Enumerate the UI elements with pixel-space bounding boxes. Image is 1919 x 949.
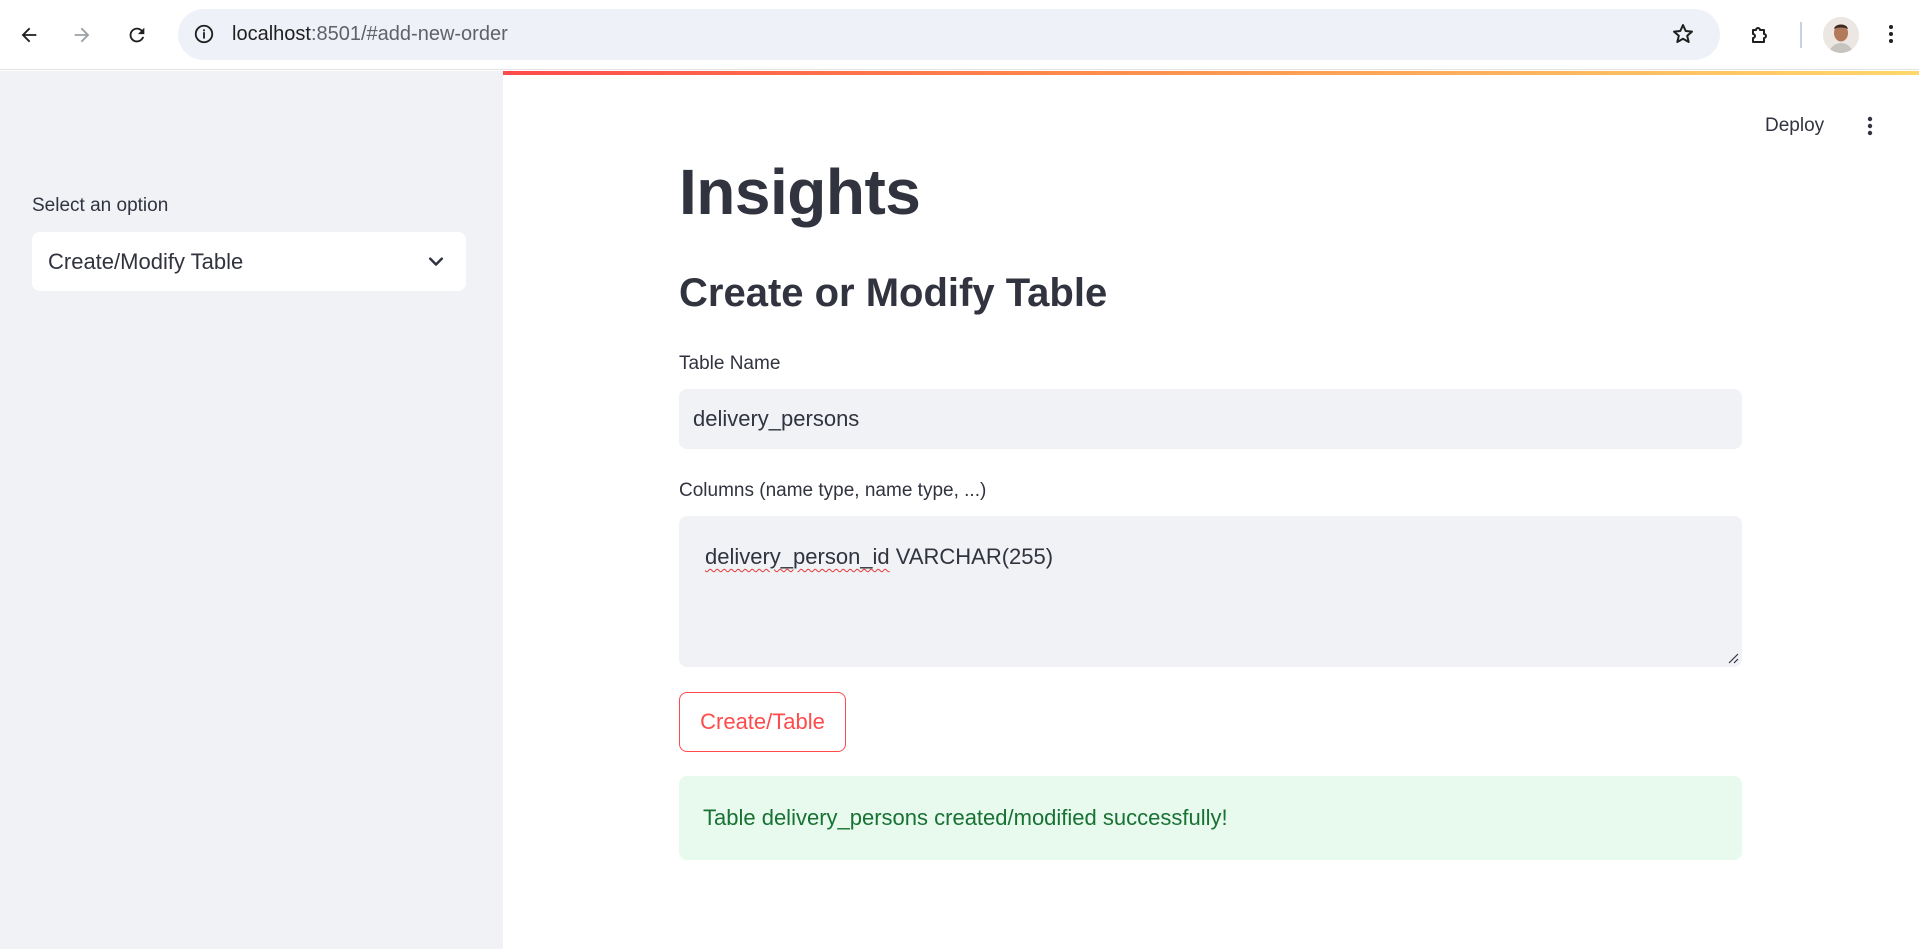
reload-button[interactable] [119,17,155,53]
table-name-input[interactable]: delivery_persons [679,389,1742,449]
back-button[interactable] [11,17,47,53]
success-alert: Table delivery_persons created/modified … [679,776,1742,860]
deploy-button[interactable]: Deploy [1765,115,1824,137]
url-host: localhost [232,23,311,45]
kebab-menu-icon[interactable] [1876,16,1906,52]
info-icon[interactable] [192,22,216,46]
avatar[interactable] [1823,17,1859,53]
url-text: localhost:8501/#add-new-order [232,23,508,46]
columns-value: delivery_person_id VARCHAR(255) [705,544,1053,570]
create-table-button[interactable]: Create/Table [679,692,846,752]
forward-arrow-icon [74,27,90,43]
table-name-value: delivery_persons [693,406,860,431]
browser-toolbar: localhost:8501/#add-new-order [0,0,1919,70]
columns-label: Columns (name type, name type, ...) [679,480,987,501]
columns-textarea[interactable]: delivery_person_id VARCHAR(255) [679,516,1742,667]
toolbar-divider [1800,22,1802,48]
success-message: Table delivery_persons created/modified … [703,805,1228,830]
section-heading: Create or Modify Table [679,271,1108,315]
columns-value-rest: VARCHAR(255) [889,544,1054,569]
back-arrow-icon [21,27,37,43]
reload-icon [129,27,145,43]
address-bar[interactable]: localhost:8501/#add-new-order [178,9,1720,60]
select-value: Create/Modify Table [48,249,244,274]
forward-button[interactable] [64,17,100,53]
top-decoration-bar [503,71,1919,75]
option-select[interactable]: Create/Modify Table [32,232,466,291]
chevron-down-icon [428,257,444,266]
extensions-icon[interactable] [1742,16,1778,52]
url-path: :8501/#add-new-order [310,23,508,45]
page-title: Insights [679,156,921,228]
main-menu-icon[interactable] [1858,112,1882,140]
sidebar: Select an option Create/Modify Table [0,71,503,949]
table-name-label: Table Name [679,353,781,374]
resize-grip-icon[interactable] [1725,650,1739,664]
select-label: Select an option [32,195,169,216]
misspelled-word: delivery_person_id [705,544,890,569]
star-icon[interactable] [1670,21,1696,47]
